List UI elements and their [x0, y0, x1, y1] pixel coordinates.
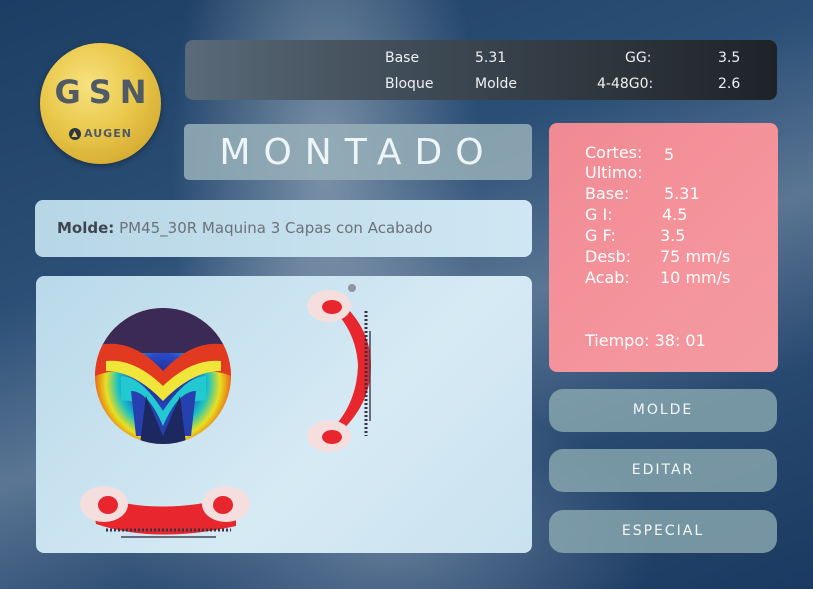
code-label: 4-48G0:: [597, 76, 654, 92]
base-label: Base: [385, 50, 420, 66]
bloque-label: Bloque: [385, 76, 434, 92]
lens-visualization: [36, 276, 532, 553]
logo-text: GSN: [54, 73, 155, 111]
status-banner: MONTADO: [184, 124, 532, 180]
parameter-bar: Base 5.31 GG: 3.5 Bloque Molde 4-48G0: 2…: [185, 40, 777, 100]
desb-value: 75 mm/s: [660, 247, 731, 266]
editar-button[interactable]: EDITAR: [549, 449, 777, 492]
logo-sub-label: AUGEN: [84, 127, 132, 140]
gg-value: 3.5: [718, 50, 741, 66]
logo-subtext: ▲ AUGEN: [40, 127, 161, 140]
cortes-label: Cortes:: [585, 143, 643, 162]
cut-info-panel: Cortes: 5 Ultimo: Base: 5.31 G I: 4.5 G …: [549, 123, 778, 372]
tiempo-readout: Tiempo: 38: 01: [585, 331, 706, 350]
especial-button[interactable]: ESPECIAL: [549, 510, 777, 553]
lens-diagram: [80, 284, 371, 538]
base-info-label: Base:: [585, 184, 630, 203]
gf-value: 3.5: [660, 226, 686, 245]
base-value: 5.31: [475, 50, 507, 66]
molde-description: Molde: PM45_30R Maquina 3 Capas con Acab…: [35, 200, 532, 257]
heatmap-circle: [95, 308, 231, 444]
vertical-lens-profile: [307, 284, 371, 452]
ultimo-label: Ultimo:: [585, 163, 643, 182]
desb-label: Desb:: [585, 247, 632, 266]
base-info-value: 5.31: [664, 184, 700, 203]
gf-label: G F:: [585, 226, 616, 245]
code-value: 2.6: [718, 76, 741, 92]
gi-label: G I:: [585, 205, 613, 224]
augen-icon: ▲: [69, 128, 82, 140]
molde-button[interactable]: MOLDE: [549, 389, 777, 432]
horizontal-lens-profile: [80, 486, 250, 538]
gg-label: GG:: [625, 50, 652, 66]
molde-label: Molde:: [57, 219, 115, 237]
cortes-value: 5: [664, 145, 675, 164]
acab-label: Acab:: [585, 268, 630, 287]
bloque-value: Molde: [475, 76, 518, 92]
molde-value: PM45_30R Maquina 3 Capas con Acabado: [119, 219, 433, 237]
gsn-logo: GSN ▲ AUGEN: [40, 43, 161, 164]
acab-value: 10 mm/s: [660, 268, 731, 287]
gi-value: 4.5: [662, 205, 688, 224]
